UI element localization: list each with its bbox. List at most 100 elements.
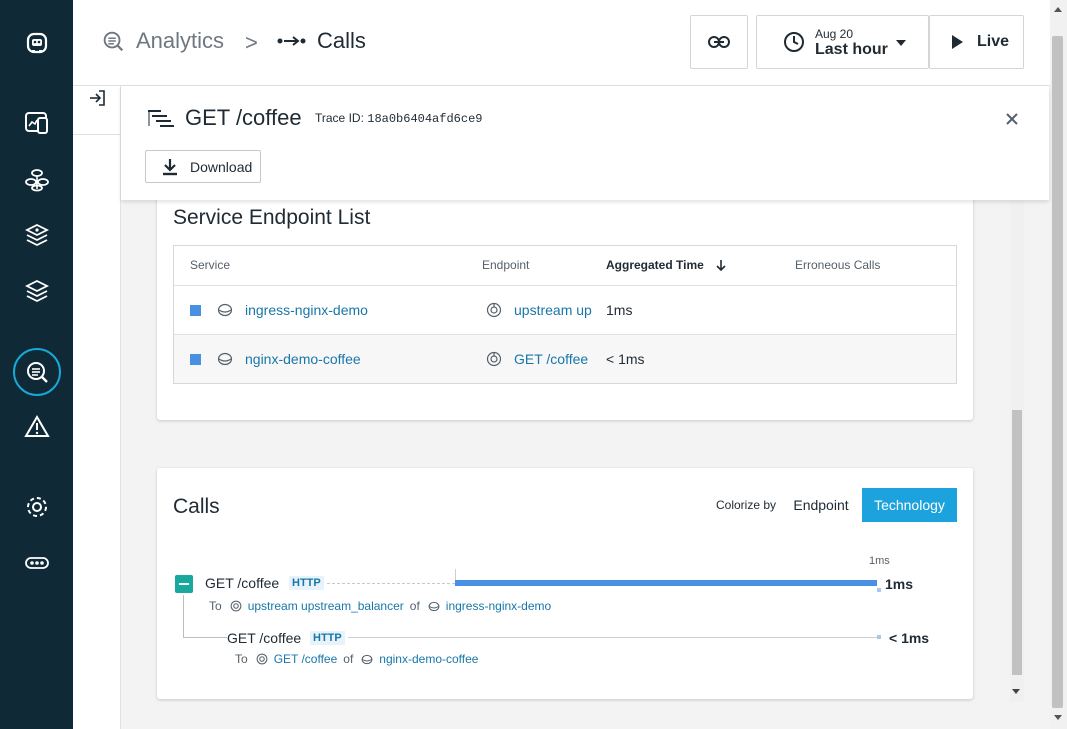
column-endpoint[interactable]: Endpoint xyxy=(482,258,529,272)
column-aggregated-time-label: Aggregated Time xyxy=(606,258,704,272)
endpoint-table: Service Endpoint Aggregated Time Erroneo… xyxy=(173,245,957,384)
breadcrumb-separator: > xyxy=(245,30,258,55)
service-cell: ingress-nginx-demo xyxy=(190,302,368,318)
calls-card: Calls Colorize by Endpoint Technology 1m… xyxy=(157,468,973,699)
service-link[interactable]: nginx-demo-coffee xyxy=(379,652,478,666)
collapse-panel-icon[interactable] xyxy=(87,88,107,108)
endpoint-cell: GET /coffee xyxy=(486,351,588,367)
top-header: Analytics > Calls Aug 20 Last hour Live xyxy=(73,0,1050,86)
aggregated-time-cell: < 1ms xyxy=(606,351,645,367)
copy-link-button[interactable] xyxy=(690,15,748,69)
dashed-guide xyxy=(327,583,455,584)
play-icon xyxy=(952,35,963,49)
table-row[interactable]: nginx-demo-coffee GET /coffee < 1ms xyxy=(174,335,956,383)
instana-logo-icon[interactable] xyxy=(18,24,56,62)
service-icon xyxy=(217,352,233,366)
service-endpoint-card: Service Endpoint List Service Endpoint A… xyxy=(157,190,973,420)
endpoint-link[interactable]: GET /coffee xyxy=(514,351,588,367)
service-icon xyxy=(361,654,373,664)
events-icon[interactable] xyxy=(18,408,56,446)
clock-icon xyxy=(784,32,804,52)
endpoint-cell: upstream up xyxy=(486,302,592,318)
technology-badge: HTTP xyxy=(310,631,345,645)
column-erroneous-calls[interactable]: Erroneous Calls xyxy=(795,258,880,272)
column-aggregated-time[interactable]: Aggregated Time xyxy=(606,258,727,272)
service-link[interactable]: ingress-nginx-demo xyxy=(446,599,551,613)
link-icon xyxy=(708,36,730,48)
trace-id-value[interactable]: 18a0b6404afd6ce9 xyxy=(367,112,482,126)
table-header: Service Endpoint Aggregated Time Erroneo… xyxy=(174,246,956,286)
live-button[interactable]: Live xyxy=(929,15,1024,69)
download-button[interactable]: Download xyxy=(145,150,261,183)
service-link[interactable]: nginx-demo-coffee xyxy=(245,351,361,367)
endpoint-link[interactable]: upstream upstream_balancer xyxy=(248,599,404,613)
left-nav xyxy=(0,0,73,729)
trace-id-label: Trace ID: xyxy=(315,111,364,125)
to-label: To xyxy=(209,599,222,613)
of-label: of xyxy=(409,599,420,613)
breadcrumb-calls: Calls xyxy=(277,28,366,54)
platforms-icon[interactable] xyxy=(18,216,56,254)
close-icon[interactable] xyxy=(1003,110,1021,128)
to-label: To xyxy=(235,652,248,666)
live-label: Live xyxy=(977,33,1010,50)
chevron-down-icon xyxy=(896,40,906,46)
collapse-toggle[interactable] xyxy=(175,575,193,593)
time-range-label: Last hour xyxy=(815,41,888,58)
more-icon[interactable] xyxy=(18,544,56,582)
time-range-picker[interactable]: Aug 20 Last hour xyxy=(756,15,929,69)
endpoint-link[interactable]: upstream up xyxy=(514,302,592,318)
page-scrollbar-thumb[interactable] xyxy=(1052,36,1063,708)
scale-tick-label: 1ms xyxy=(869,555,890,567)
call-duration: < 1ms xyxy=(889,630,930,646)
tree-connector xyxy=(183,595,184,637)
bar-end-marker xyxy=(877,635,881,639)
table-row[interactable]: ingress-nginx-demo upstream up 1ms xyxy=(174,286,956,335)
analytics-icon[interactable] xyxy=(13,348,61,396)
column-service[interactable]: Service xyxy=(190,258,230,272)
call-duration: 1ms xyxy=(885,576,914,592)
colorize-by-label: Colorize by xyxy=(716,498,777,512)
time-range-text: Aug 20 Last hour xyxy=(815,26,888,58)
trace-id: Trace ID: 18a0b6404afd6ce9 xyxy=(315,111,482,126)
service-icon xyxy=(428,601,440,611)
colorize-technology-button[interactable]: Technology xyxy=(862,488,957,522)
time-date: Aug 20 xyxy=(815,27,854,41)
endpoint-icon xyxy=(230,600,242,612)
applications-icon[interactable] xyxy=(18,160,56,198)
endpoint-link[interactable]: GET /coffee xyxy=(274,652,338,666)
download-label: Download xyxy=(190,158,253,175)
calls-icon xyxy=(277,36,306,46)
websites-mobile-icon[interactable] xyxy=(18,104,56,142)
service-link[interactable]: ingress-nginx-demo xyxy=(245,302,368,318)
of-label: of xyxy=(343,652,354,666)
tree-connector xyxy=(183,637,227,638)
service-icon xyxy=(217,303,233,317)
card-title: Service Endpoint List xyxy=(173,206,371,229)
trace-panel-header: GET /coffee Trace ID: 18a0b6404afd6ce9 D… xyxy=(121,86,1049,200)
download-icon xyxy=(163,158,177,175)
panel-scrollbar-thumb[interactable] xyxy=(1012,410,1022,675)
colorize-endpoint-button[interactable]: Endpoint xyxy=(783,488,859,522)
call-duration-bar[interactable] xyxy=(455,580,877,586)
trace-icon xyxy=(148,110,174,127)
endpoint-icon xyxy=(486,351,502,367)
scroll-up-arrow-icon[interactable] xyxy=(1054,7,1062,12)
scroll-down-arrow-icon[interactable] xyxy=(1054,715,1062,720)
call-guide-line xyxy=(348,637,877,638)
scroll-down-arrow-icon[interactable] xyxy=(1012,689,1020,694)
call-name[interactable]: GET /coffee xyxy=(205,575,279,591)
endpoint-icon xyxy=(486,302,502,318)
breadcrumb-analytics[interactable]: Analytics xyxy=(100,28,224,54)
analytics-icon xyxy=(103,31,124,52)
call-destination: To GET /coffee of nginx-demo-coffee xyxy=(235,652,484,666)
settings-icon[interactable] xyxy=(18,488,56,526)
sort-down-icon xyxy=(716,260,726,272)
card-title: Calls xyxy=(173,495,220,518)
endpoint-icon xyxy=(256,653,268,665)
trace-title: GET /coffee xyxy=(185,105,302,130)
breadcrumb-calls-label: Calls xyxy=(317,28,366,53)
call-name[interactable]: GET /coffee xyxy=(227,630,301,646)
infrastructure-icon[interactable] xyxy=(18,272,56,310)
side-panel-rail xyxy=(73,86,121,729)
